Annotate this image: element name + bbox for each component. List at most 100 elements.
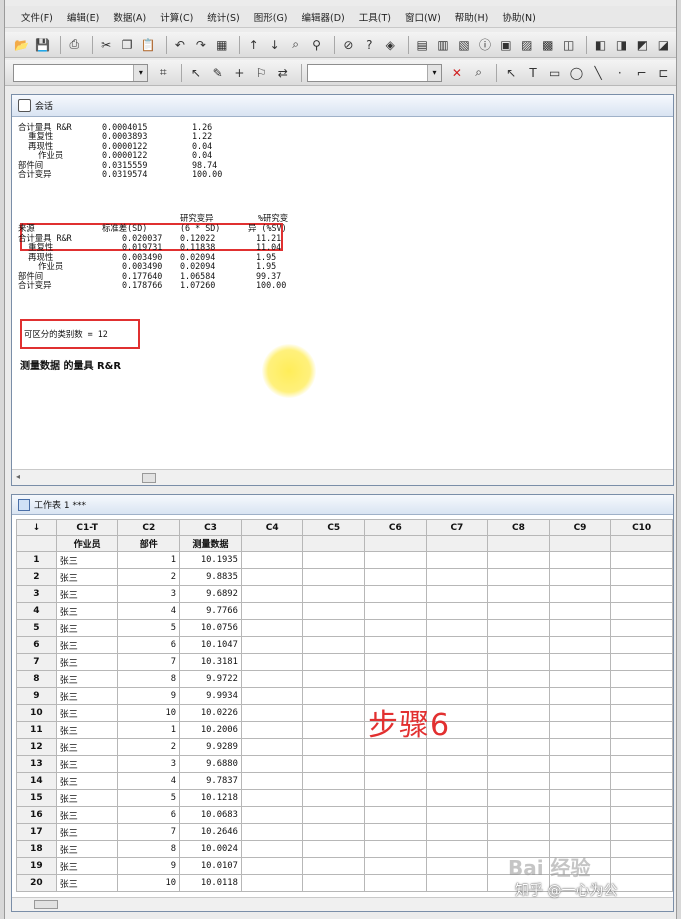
scroll-thumb[interactable] [142,473,156,483]
row-number[interactable]: 14 [16,772,57,790]
row-number[interactable]: 13 [16,755,57,773]
graph-select-combo[interactable]: ▾ [13,63,149,82]
row-number[interactable]: 8 [16,670,57,688]
column-name-cell[interactable] [364,535,427,552]
row-number[interactable]: 4 [16,602,57,620]
session-title-bar[interactable]: 会话 [12,95,673,117]
cell-empty[interactable] [240,619,304,637]
cell-empty[interactable] [487,823,550,841]
cell-measurement[interactable]: 9.9289 [179,738,242,756]
cell-empty[interactable] [610,755,673,773]
cell-empty[interactable] [240,568,304,586]
cell-part[interactable]: 6 [117,806,181,824]
manage-icon[interactable]: ◫ [560,36,577,54]
menu-item-9[interactable]: 帮助(H) [455,10,489,24]
cell-part[interactable]: 10 [117,704,181,722]
cell-empty[interactable] [425,755,489,773]
menu-item-0[interactable]: 文件(F) [21,10,53,24]
undo-icon[interactable]: ↶ [171,36,188,54]
polyline-icon[interactable]: ⌐ [633,64,651,82]
column-name-cell[interactable]: 测量数据 [179,535,242,552]
rectangle-icon[interactable]: ▭ [546,64,564,82]
cell-part[interactable]: 8 [117,670,181,688]
cell-empty[interactable] [425,636,489,654]
column-header-c6[interactable]: C6 [364,519,427,536]
column-header-c7[interactable]: C7 [425,519,489,536]
menu-item-5[interactable]: 图形(G) [254,10,288,24]
tile-icon[interactable]: ◧ [592,36,609,54]
cell-empty[interactable] [364,585,427,603]
cell-operator[interactable]: 张三 [55,687,119,705]
column-name-cell[interactable]: 部件 [117,535,181,552]
cell-empty[interactable] [487,670,550,688]
cell-operator[interactable]: 张三 [55,653,119,671]
cell-operator[interactable]: 张三 [55,789,119,807]
cell-empty[interactable] [548,602,612,620]
pen-icon[interactable]: ✎ [209,64,227,82]
cell-empty[interactable] [610,602,673,620]
cell-empty[interactable] [302,806,366,824]
cell-measurement[interactable]: 10.0107 [179,857,242,875]
cell-part[interactable]: 1 [117,721,181,739]
column-name-cell[interactable] [240,535,304,552]
column-header-c8[interactable]: C8 [487,519,550,536]
layer-select-combo[interactable]: ▾ [306,63,443,82]
redo-icon[interactable]: ↷ [192,36,209,54]
row-number[interactable]: 16 [16,806,57,824]
cell-empty[interactable] [548,636,612,654]
cell-part[interactable]: 2 [117,738,181,756]
cell-empty[interactable] [240,653,304,671]
session-horizontal-scrollbar[interactable]: ◂ [12,469,673,485]
history-icon[interactable]: ▣ [497,36,514,54]
cell-empty[interactable] [425,857,489,875]
row-number[interactable]: 15 [16,789,57,807]
cell-part[interactable]: 7 [117,653,181,671]
cell-empty[interactable] [610,670,673,688]
cell-empty[interactable] [610,585,673,603]
cell-empty[interactable] [425,874,489,892]
column-header-c1-t[interactable]: C1-T [55,519,119,536]
cell-empty[interactable] [610,721,673,739]
row-number[interactable]: 2 [16,568,57,586]
row-number[interactable]: 5 [16,619,57,637]
cell-part[interactable]: 2 [117,568,181,586]
report-icon[interactable]: ▨ [518,36,535,54]
cell-operator[interactable]: 张三 [55,636,119,654]
cell-part[interactable]: 4 [117,602,181,620]
cell-operator[interactable]: 张三 [55,874,119,892]
cell-empty[interactable] [240,585,304,603]
cell-part[interactable]: 5 [117,619,181,637]
cell-empty[interactable] [425,619,489,637]
row-number[interactable]: 12 [16,738,57,756]
column-name-cell[interactable] [548,535,612,552]
cell-empty[interactable] [548,653,612,671]
cell-operator[interactable]: 张三 [55,857,119,875]
arrow-down-icon[interactable]: ↓ [266,36,283,54]
cell-empty[interactable] [302,585,366,603]
cell-measurement[interactable]: 9.6892 [179,585,242,603]
row-number[interactable]: 6 [16,636,57,654]
menu-item-1[interactable]: 编辑(E) [67,10,99,24]
cell-operator[interactable]: 张三 [55,738,119,756]
cell-empty[interactable] [487,636,550,654]
open-icon[interactable]: 📂 [13,36,30,54]
cell-empty[interactable] [425,806,489,824]
cell-empty[interactable] [364,602,427,620]
replace-icon[interactable]: ⚲ [308,36,325,54]
window-icon[interactable]: ◪ [655,36,672,54]
cell-empty[interactable] [302,772,366,790]
cell-empty[interactable] [364,755,427,773]
cell-empty[interactable] [487,568,550,586]
cell-measurement[interactable]: 10.2006 [179,721,242,739]
cell-part[interactable]: 7 [117,823,181,841]
cell-empty[interactable] [364,823,427,841]
cell-empty[interactable] [548,721,612,739]
cell-measurement[interactable]: 10.0024 [179,840,242,858]
polygon-icon[interactable]: ⊏ [654,64,672,82]
cell-operator[interactable]: 张三 [55,755,119,773]
cell-empty[interactable] [240,823,304,841]
column-header-c3[interactable]: C3 [179,519,242,536]
cell-empty[interactable] [610,636,673,654]
cell-empty[interactable] [302,789,366,807]
cell-part[interactable]: 4 [117,772,181,790]
